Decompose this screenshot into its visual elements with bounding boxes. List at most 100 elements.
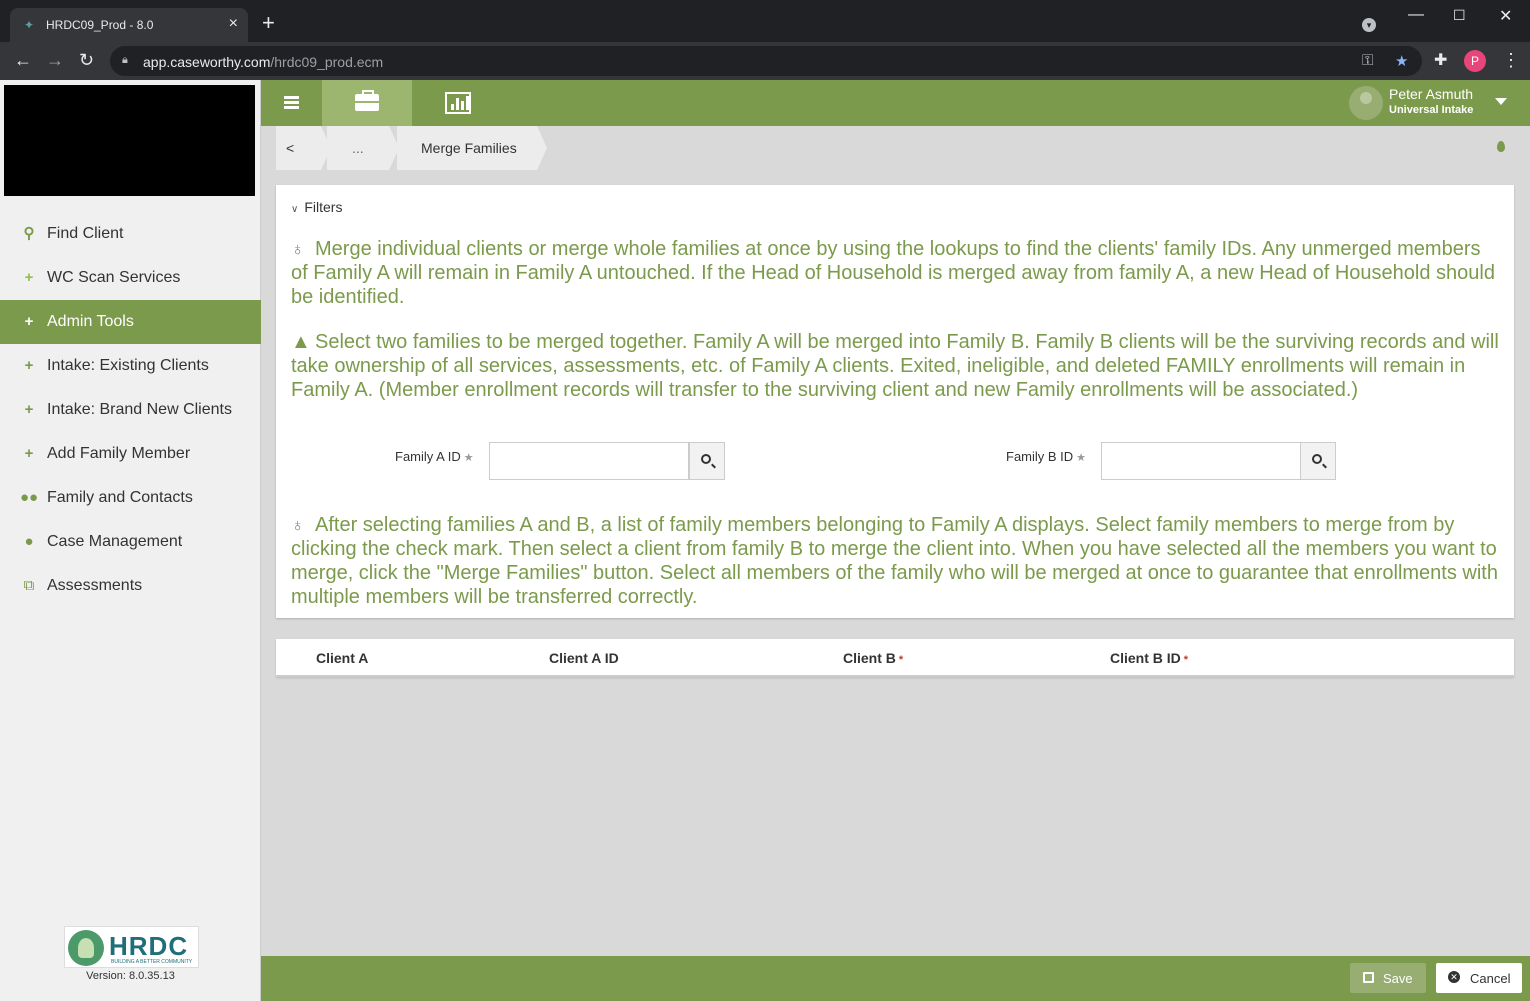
reload-icon[interactable]: ↻ — [79, 51, 94, 69]
family-a-lookup-button[interactable] — [689, 442, 725, 480]
required-star-icon: ★ — [463, 452, 474, 464]
plus-icon: + — [24, 401, 34, 418]
plus-icon: + — [24, 357, 34, 374]
user-name[interactable]: Peter Asmuth — [1389, 86, 1473, 102]
browser-tab[interactable]: ✦ HRDC09_Prod - 8.0 × — [10, 8, 248, 42]
app-top-bar: Peter Asmuth Universal Intake — [261, 80, 1530, 126]
floppy-disk-icon — [1363, 972, 1374, 983]
lightbulb-icon: ♁ — [291, 239, 305, 259]
version-label: Version: 8.0.35.13 — [86, 970, 175, 982]
sidebar-item-label: Assessments — [47, 577, 143, 594]
key-icon[interactable]: ⚿ — [1362, 52, 1373, 69]
main-menu-button[interactable] — [261, 80, 321, 126]
sidebar-item-assessments[interactable]: ⧉ Assessments — [0, 564, 261, 608]
plus-icon: + — [24, 313, 34, 330]
sidebar-item-label: Case Management — [47, 533, 183, 550]
family-a-id-label: Family A ID ★ — [395, 449, 474, 464]
assessment-icon: ⧉ — [23, 577, 35, 594]
bookmark-star-icon[interactable]: ★ — [1395, 52, 1408, 70]
sidebar-item-family-and-contacts[interactable]: ●● Family and Contacts — [0, 476, 261, 520]
address-bar[interactable]: 🔒︎ app.caseworthy.com/hrdc09_prod.ecm ⚿ … — [110, 46, 1422, 76]
browser-menu-icon[interactable]: ⋮ — [1502, 50, 1520, 71]
info-message-2: ♁ After selecting families A and B, a lis… — [291, 514, 1498, 608]
lock-icon: 🔒︎ — [122, 54, 128, 66]
action-footer: Save ✕ Cancel — [261, 956, 1530, 1001]
url-text: app.caseworthy.com/hrdc09_prod.ecm — [143, 54, 384, 70]
workspace-button[interactable] — [322, 80, 412, 126]
family-b-id-input[interactable] — [1101, 442, 1301, 480]
sidebar-item-wc-scan-services[interactable]: + WC Scan Services — [0, 256, 261, 300]
sidebar: ⚲ Find Client + WC Scan Services + Admin… — [0, 80, 261, 1001]
close-circle-icon: ✕ — [1448, 971, 1460, 983]
extensions-icon[interactable]: ✚ — [1434, 50, 1447, 70]
column-client-b[interactable]: Client B * — [843, 650, 903, 666]
sidebar-item-find-client[interactable]: ⚲ Find Client — [0, 212, 261, 256]
warning-message: ▲ Select two families to be merged togeth… — [291, 331, 1499, 401]
browser-toolbar: ← → ↻ 🔒︎ app.caseworthy.com/hrdc09_prod.… — [0, 42, 1530, 80]
sidebar-item-intake-brand-new-clients[interactable]: + Intake: Brand New Clients — [0, 388, 261, 432]
sidebar-item-intake-existing-clients[interactable]: + Intake: Existing Clients — [0, 344, 261, 388]
sidebar-item-label: Intake: Existing Clients — [47, 357, 209, 374]
user-role[interactable]: Universal Intake — [1389, 104, 1473, 116]
sidebar-item-label: Find Client — [47, 225, 124, 242]
sidebar-item-add-family-member[interactable]: + Add Family Member — [0, 432, 261, 476]
plus-icon: + — [24, 269, 34, 286]
user-menu-caret-icon[interactable] — [1495, 98, 1507, 105]
family-b-id-label: Family B ID ★ — [1006, 449, 1087, 464]
sidebar-item-case-management[interactable]: ● Case Management — [0, 520, 261, 564]
browser-tab-strip: ✦ HRDC09_Prod - 8.0 × + ▾ — ☐ ✕ — [0, 0, 1530, 42]
required-star-icon: ★ — [1076, 452, 1087, 464]
save-button[interactable]: Save — [1350, 963, 1426, 993]
users-icon: ●● — [20, 489, 39, 506]
info-message-1: ♁ Merge individual clients or merge whole… — [291, 238, 1495, 308]
cancel-button[interactable]: ✕ Cancel — [1436, 963, 1522, 993]
minimize-icon[interactable]: — — [1408, 6, 1424, 24]
maximize-icon[interactable]: ☐ — [1453, 7, 1466, 24]
forward-arrow-icon[interactable]: → — [46, 51, 64, 69]
lightbulb-icon: ♁ — [291, 515, 305, 535]
tab-close-icon[interactable]: × — [229, 15, 238, 33]
warning-icon: ▲ — [291, 331, 311, 353]
new-tab-icon[interactable]: + — [262, 12, 275, 34]
family-a-id-input[interactable] — [489, 442, 689, 480]
family-b-lookup-button[interactable] — [1300, 442, 1336, 480]
tab-search-icon[interactable]: ▾ — [1362, 18, 1376, 32]
breadcrumb-current: Merge Families — [397, 126, 547, 170]
tree-icon — [68, 930, 104, 966]
back-arrow-icon[interactable]: ← — [14, 51, 32, 69]
user-avatar[interactable] — [1349, 86, 1383, 120]
app-root: ⚲ Find Client + WC Scan Services + Admin… — [0, 80, 1530, 1001]
hamburger-icon — [284, 96, 299, 109]
sidebar-item-label: Family and Contacts — [47, 489, 193, 506]
user-icon: ● — [24, 533, 34, 550]
reports-button[interactable] — [427, 80, 487, 126]
merge-grid-header: Client A Client A ID Client B * Client B … — [276, 639, 1514, 677]
breadcrumb-back[interactable]: < — [276, 126, 331, 170]
required-asterisk: * — [898, 654, 904, 666]
sidebar-item-label: WC Scan Services — [47, 269, 181, 286]
column-client-b-id[interactable]: Client B ID * — [1110, 650, 1188, 666]
sidebar-item-label: Add Family Member — [47, 445, 191, 462]
column-client-a-id[interactable]: Client A ID — [549, 650, 619, 666]
column-client-a[interactable]: Client A — [316, 650, 368, 666]
sidebar-item-label: Admin Tools — [47, 313, 134, 330]
briefcase-icon — [355, 90, 379, 111]
chevron-down-icon: ∨ — [291, 204, 299, 215]
droplet-icon[interactable] — [1497, 141, 1505, 152]
breadcrumb: < ... Merge Families — [261, 126, 1530, 170]
window-close-icon[interactable]: ✕ — [1499, 6, 1512, 26]
agency-logo-banner — [4, 85, 255, 196]
sidebar-item-label: Intake: Brand New Clients — [47, 401, 232, 418]
search-icon — [701, 454, 711, 464]
hrdc-logo: HRDC BUILDING A BETTER COMMUNITY — [64, 926, 199, 968]
sidebar-item-admin-tools[interactable]: + Admin Tools — [0, 300, 261, 344]
hrdc-logo-text: HRDC — [109, 931, 189, 961]
profile-avatar[interactable]: P — [1464, 50, 1486, 72]
filters-toggle[interactable]: ∨ Filters — [291, 199, 342, 215]
site-favicon-icon: ✦ — [24, 18, 35, 32]
search-icon: ⚲ — [23, 225, 35, 242]
merge-families-panel: ∨ Filters ♁ Merge individual clients or me… — [276, 185, 1514, 618]
plus-icon: + — [24, 445, 34, 462]
required-asterisk: * — [1183, 654, 1189, 666]
breadcrumb-ellipsis[interactable]: ... — [327, 126, 399, 170]
